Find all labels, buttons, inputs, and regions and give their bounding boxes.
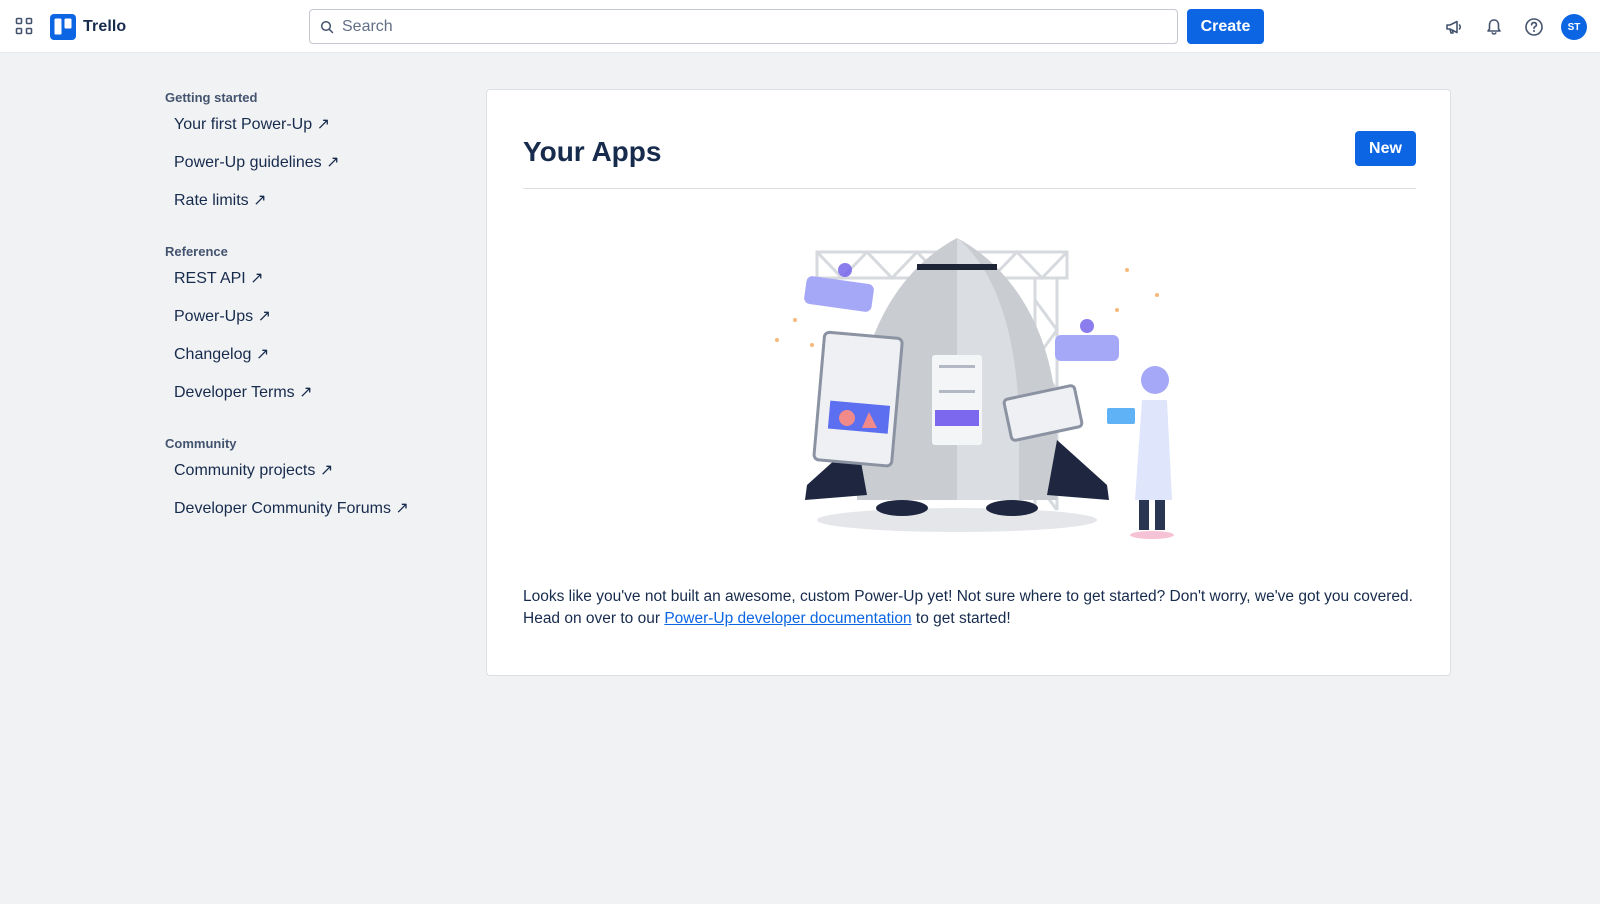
divider [523,188,1416,189]
sidebar-link-community-projects[interactable]: Community projects ↗ [165,452,455,490]
your-apps-card: Your Apps New Looks like you've not buil… [486,89,1451,676]
empty-state-text-end: to get started! [911,610,1011,627]
trello-logo[interactable]: Trello [50,14,126,40]
search-box[interactable] [309,9,1178,44]
sidebar-link-power-up-guidelines[interactable]: Power-Up guidelines ↗ [165,144,455,182]
megaphone-icon[interactable] [1440,13,1468,41]
section-title-community: Community [165,436,237,451]
bell-icon[interactable] [1480,13,1508,41]
create-button[interactable]: Create [1187,9,1264,44]
sidebar-link-first-power-up[interactable]: Your first Power-Up ↗ [165,106,455,144]
sidebar-link-developer-terms[interactable]: Developer Terms ↗ [165,374,455,412]
help-icon[interactable] [1520,13,1548,41]
section-title-getting-started: Getting started [165,90,258,105]
sidebar-link-rate-limits[interactable]: Rate limits ↗ [165,182,455,220]
sidebar-link-power-ups[interactable]: Power-Ups ↗ [165,298,455,336]
page-title: Your Apps [523,136,662,167]
sidebar-link-rest-api[interactable]: REST API ↗ [165,260,455,298]
search-input[interactable] [342,17,1142,36]
power-up-docs-link[interactable]: Power-Up developer documentation [664,610,911,627]
new-app-button[interactable]: New [1355,131,1416,166]
search-icon [320,20,334,33]
empty-state-message: Looks like you've not built an awesome, … [523,586,1418,630]
rocket-illustration [775,238,1174,539]
sidebar: Getting started Your first Power-Up ↗ Po… [165,88,455,528]
avatar[interactable]: ST [1561,14,1587,40]
section-title-reference: Reference [165,244,228,259]
app-name: Trello [83,18,127,35]
sidebar-link-changelog[interactable]: Changelog ↗ [165,336,455,374]
apps-grid-icon[interactable] [10,12,38,40]
top-navigation-bar: Trello Create ST [0,0,1600,53]
trello-logo-icon [50,14,76,40]
sidebar-link-developer-forums[interactable]: Developer Community Forums ↗ [165,490,455,528]
